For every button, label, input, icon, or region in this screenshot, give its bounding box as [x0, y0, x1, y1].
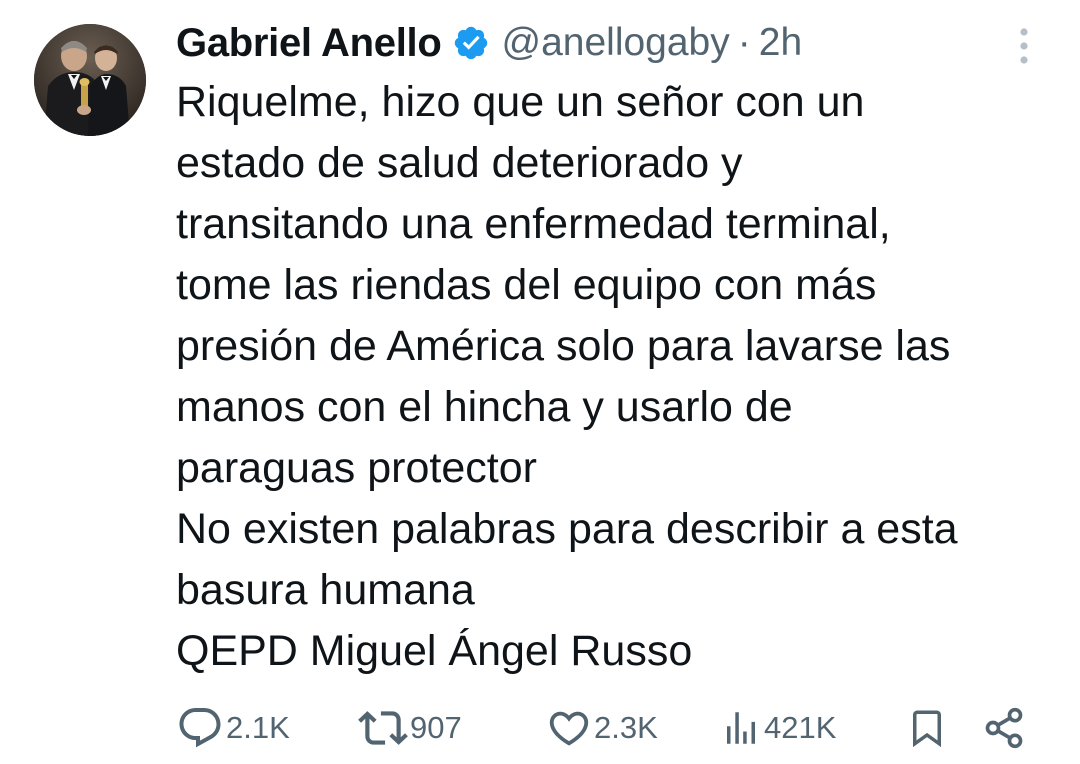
tweet-line: QEPD Miguel Ángel Russo	[176, 627, 693, 675]
reply-count: 2.1K	[226, 710, 290, 745]
author-handle[interactable]: @anellogaby	[502, 21, 730, 65]
views-button[interactable]: 421K	[720, 700, 836, 756]
more-options-icon[interactable]	[1012, 24, 1036, 68]
retweet-button[interactable]: 907	[358, 700, 462, 756]
bookmark-icon	[906, 704, 948, 752]
bookmark-button[interactable]	[906, 700, 948, 756]
tweet-line: No existen palabras para describir a est…	[176, 505, 958, 553]
tweet-line: paraguas protector	[176, 444, 537, 492]
timestamp[interactable]: 2h	[759, 21, 802, 65]
like-button[interactable]: 2.3K	[546, 700, 658, 756]
tweet-line: Riquelme, hizo que un señor con un	[176, 78, 865, 126]
reply-icon	[176, 704, 224, 752]
avatar[interactable]	[34, 24, 146, 136]
tweet-header: Gabriel Anello @anellogaby · 2h	[176, 18, 802, 68]
tweet-action-bar: 2.1K 907 2.3K 421K	[0, 700, 1080, 756]
tweet-line: estado de salud deteriorado y	[176, 139, 743, 187]
tweet-line: presión de América solo para lavarse las	[176, 322, 951, 370]
author-display-name[interactable]: Gabriel Anello	[176, 21, 442, 66]
share-button[interactable]	[982, 700, 1026, 756]
verified-badge-icon[interactable]	[452, 24, 490, 62]
heart-icon	[546, 705, 592, 751]
separator-dot: ·	[737, 21, 751, 64]
views-count: 421K	[764, 710, 837, 745]
like-count: 2.3K	[594, 710, 658, 745]
tweet-text: Riquelme, hizo que un señor con un estad…	[176, 72, 1056, 682]
views-chart-icon	[720, 705, 762, 751]
share-icon	[982, 706, 1026, 750]
tweet-line: basura humana	[176, 566, 475, 614]
tweet-line: tome las riendas del equipo con más	[176, 261, 877, 309]
tweet-line: transitando una enfermedad terminal,	[176, 200, 891, 248]
profile-photo-icon	[34, 24, 146, 136]
tweet-line: manos con el hincha y usarlo de	[176, 383, 793, 431]
retweet-icon	[358, 703, 408, 753]
retweet-count: 907	[410, 710, 462, 745]
reply-button[interactable]: 2.1K	[176, 700, 290, 756]
